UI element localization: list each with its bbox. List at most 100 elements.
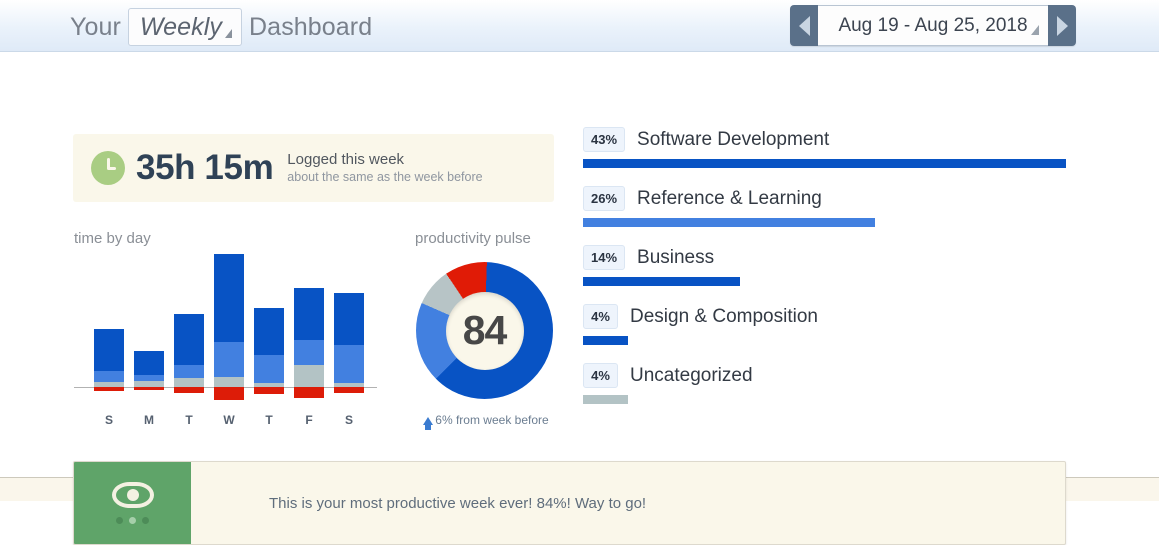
category-row[interactable]: 14% Business <box>583 245 1066 286</box>
bar-segment <box>294 340 324 365</box>
category-name: Business <box>637 247 714 269</box>
loading-dots-icon <box>116 517 149 524</box>
bar-stack <box>174 314 204 387</box>
date-range-navigator: Aug 19 - Aug 25, 2018 <box>790 5 1076 46</box>
insight-icon-box <box>74 462 191 544</box>
category-header: 43% Software Development <box>583 127 1066 152</box>
bar-column[interactable]: S <box>330 247 368 432</box>
bar-segment <box>254 308 284 355</box>
category-percent-badge: 43% <box>583 127 625 152</box>
bar-segment <box>134 351 164 375</box>
bar-segment <box>94 371 124 382</box>
category-list: 43% Software Development 26% Reference & Le… <box>583 127 1066 422</box>
category-row[interactable]: 4% Design & Composition <box>583 304 1066 345</box>
category-header: 4% Design & Composition <box>583 304 1066 329</box>
category-row[interactable]: 43% Software Development <box>583 127 1066 168</box>
category-bar-track <box>583 159 1066 168</box>
chevron-left-icon <box>799 16 810 36</box>
category-row[interactable]: 26% Reference & Learning <box>583 186 1066 227</box>
category-header: 14% Business <box>583 245 1066 270</box>
insight-banner[interactable]: This is your most productive week ever! … <box>73 461 1066 545</box>
next-period-button[interactable] <box>1048 5 1076 46</box>
insight-message: This is your most productive week ever! … <box>191 462 646 544</box>
pulse-delta-label: 6% from week before <box>435 413 548 427</box>
category-bar <box>583 395 628 404</box>
bar-segment <box>214 342 244 377</box>
bar-segment <box>214 254 244 342</box>
bar-segment-negative <box>94 387 124 391</box>
summary-text: Logged this week about the same as the w… <box>287 151 482 185</box>
bar-segment <box>294 288 324 340</box>
time-by-day-chart[interactable]: SMTWTFS <box>74 247 374 432</box>
summary-sublabel: about the same as the week before <box>287 169 482 185</box>
date-range-field[interactable]: Aug 19 - Aug 25, 2018 <box>818 5 1048 46</box>
bar-column[interactable]: M <box>130 247 168 432</box>
period-select[interactable]: Weekly <box>128 8 242 46</box>
caret-down-icon <box>1031 25 1039 35</box>
bar-segment-negative <box>174 387 204 393</box>
bar-segment <box>334 345 364 383</box>
app-header: Your Weekly Dashboard Aug 19 - Aug 25, 2… <box>0 0 1159 52</box>
category-name: Software Development <box>637 129 829 151</box>
bar-segment <box>254 355 284 383</box>
productivity-pulse-chart[interactable]: 84 <box>416 262 553 399</box>
bar-stack <box>94 329 124 387</box>
eye-icon <box>112 482 154 508</box>
category-percent-badge: 4% <box>583 363 618 388</box>
bar-axis-label: S <box>90 413 128 427</box>
total-logged-time: 35h 15m <box>136 148 273 188</box>
productivity-pulse-title: productivity pulse <box>415 230 531 247</box>
bar-stack <box>134 351 164 387</box>
clock-icon <box>91 151 125 185</box>
bar-segment <box>174 365 204 378</box>
pulse-delta: 6% from week before <box>416 413 556 427</box>
bar-segment-negative <box>294 387 324 398</box>
bar-column[interactable]: T <box>250 247 288 432</box>
category-bar <box>583 336 628 345</box>
up-arrow-icon <box>423 417 433 425</box>
category-name: Design & Composition <box>630 306 818 328</box>
category-bar <box>583 277 740 286</box>
category-bar-track <box>583 218 1066 227</box>
category-bar-track <box>583 395 1066 404</box>
category-bar <box>583 159 1066 168</box>
bar-segment <box>214 377 244 387</box>
donut-center: 84 <box>446 292 524 370</box>
bar-axis-label: F <box>290 413 328 427</box>
category-name: Uncategorized <box>630 365 753 387</box>
title-suffix: Dashboard <box>249 10 372 44</box>
period-select-label: Weekly <box>140 11 222 43</box>
prev-period-button[interactable] <box>790 5 818 46</box>
category-header: 26% Reference & Learning <box>583 186 1066 211</box>
bar-segment <box>174 378 204 387</box>
bar-stack <box>254 308 284 387</box>
bar-column[interactable]: F <box>290 247 328 432</box>
bar-segment-negative <box>134 387 164 390</box>
bar-axis-label: T <box>170 413 208 427</box>
logged-time-summary: 35h 15m Logged this week about the same … <box>73 134 554 202</box>
category-name: Reference & Learning <box>637 188 822 210</box>
bar-segment <box>94 329 124 371</box>
bar-axis-label: M <box>130 413 168 427</box>
bar-column[interactable]: T <box>170 247 208 432</box>
category-row[interactable]: 4% Uncategorized <box>583 363 1066 404</box>
category-percent-badge: 26% <box>583 186 625 211</box>
caret-down-icon <box>225 29 232 38</box>
donut-ring: 84 <box>416 262 553 399</box>
bar-stack <box>294 288 324 387</box>
bar-segment-negative <box>214 387 244 400</box>
bar-column[interactable]: S <box>90 247 128 432</box>
bar-segment <box>334 293 364 345</box>
bar-stack <box>214 254 244 387</box>
chevron-right-icon <box>1057 16 1068 36</box>
bar-column[interactable]: W <box>210 247 248 432</box>
bar-segment-negative <box>334 387 364 393</box>
date-range-label: Aug 19 - Aug 25, 2018 <box>838 15 1027 37</box>
title-prefix: Your <box>70 10 121 44</box>
bar-segment <box>174 314 204 365</box>
summary-label: Logged this week <box>287 151 482 169</box>
bar-axis-label: T <box>250 413 288 427</box>
page-title: Your Weekly Dashboard <box>70 8 372 46</box>
category-percent-badge: 14% <box>583 245 625 270</box>
category-percent-badge: 4% <box>583 304 618 329</box>
